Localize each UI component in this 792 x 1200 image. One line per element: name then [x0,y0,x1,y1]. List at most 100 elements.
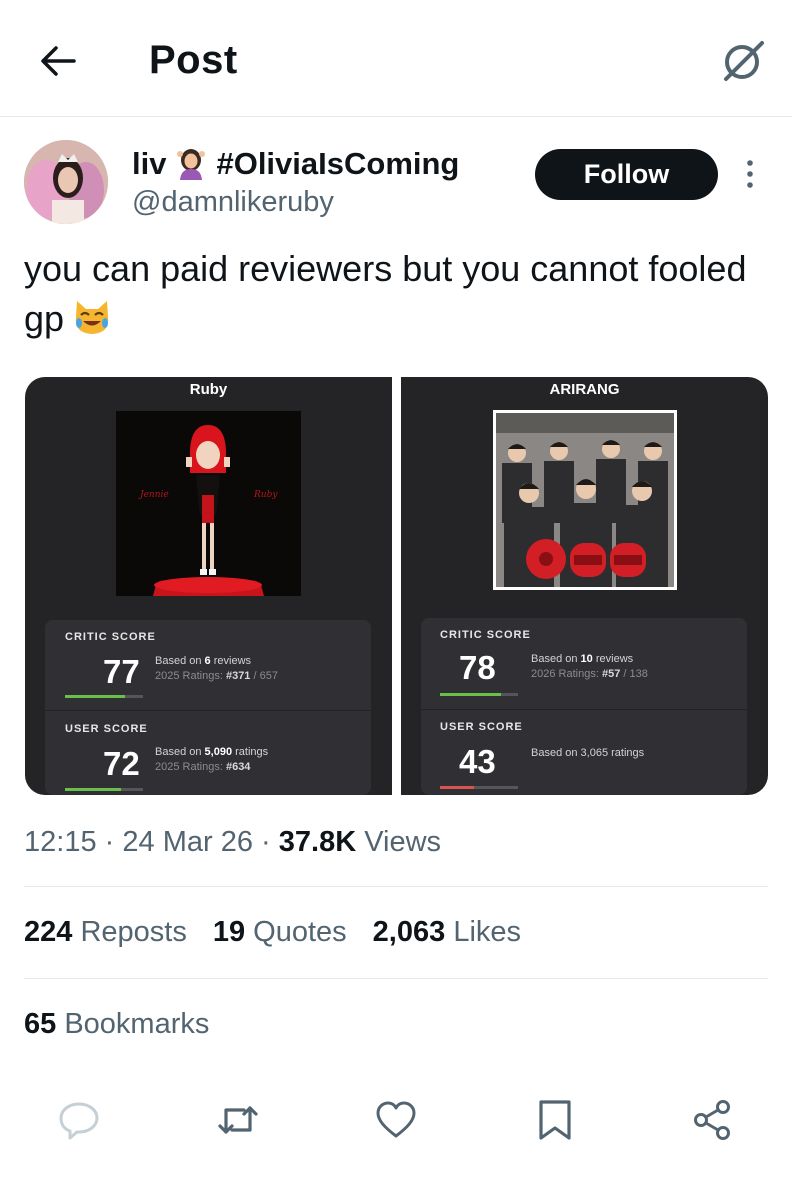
bookmarks-count: 65 [24,1008,57,1040]
arrow-left-icon [41,46,76,76]
critic-score-label: CRITIC SCORE [65,631,156,643]
album-title-ruby: Ruby [189,381,228,398]
media-panel-ruby[interactable]: Ruby Jennie Ruby CRITIC SCORE 77 Based o… [25,377,392,795]
avatar-photo [24,140,108,224]
engagement-stats: 224 Reposts 19 Quotes 2,063 Likes [24,916,521,949]
user-score-label: USER SCORE [440,721,523,733]
critic-rank: #57 [601,668,621,680]
critic-rank-total: / 657 [253,670,278,682]
reposts-stat[interactable]: 224 Reposts [24,916,187,949]
critic-based-prefix: Based on [531,653,578,665]
critic-review-count: 6 [204,655,211,667]
more-options-button[interactable] [736,158,764,190]
likes-stat[interactable]: 2,063 Likes [373,916,521,949]
user-based-prefix: Based on [155,746,202,758]
page-title: Post [149,38,238,82]
post-text: you can paid reviewers but you cannot fo… [24,244,764,344]
media-panel-arirang[interactable]: ARIRANG CRITIC SCORE 78 Based on 10 revi… [401,377,768,795]
score-divider [45,710,371,711]
reply-icon [59,1102,99,1140]
author-handle[interactable]: @damnlikeruby [132,186,334,219]
critic-score-info: Based on 6 reviews 2025 Ratings: #371 / … [155,654,278,684]
divider [24,978,768,979]
post-meta: 12:15 · 24 Mar 26 · 37.8K Views [24,826,441,859]
user-score-bar [440,786,518,789]
user-score-bar [65,788,143,791]
person-gesturing-emoji-icon [177,149,206,180]
author-display-name: liv [132,146,167,181]
critic-score-info: Based on 10 reviews 2026 Ratings: #57 / … [531,652,648,682]
like-button[interactable] [374,1098,418,1142]
quotes-label: Quotes [253,916,347,948]
album-cover-arirang [493,410,677,590]
post-media[interactable]: Ruby Jennie Ruby CRITIC SCORE 77 Based o… [25,377,768,795]
likes-label: Likes [453,916,522,948]
critic-ratings-prefix: 2026 Ratings: [531,668,599,680]
album-title-arirang: ARIRANG [549,381,620,398]
bookmarks-stat[interactable]: 65 Bookmarks [24,1008,209,1041]
critic-score-label: CRITIC SCORE [440,629,531,641]
critic-score-value: 77 [103,653,140,690]
views-count: 37.8K [278,826,357,858]
post-body: you can paid reviewers but you cannot fo… [24,248,747,339]
user-ratings-prefix: 2025 Ratings: [155,761,223,773]
score-divider [421,709,747,710]
critic-score-bar [440,693,518,696]
user-score-label: USER SCORE [65,723,148,735]
bookmark-icon [539,1100,571,1140]
critic-based-prefix: Based on [155,655,202,667]
author-hashtag-name: #OliviaIsComing [216,146,460,181]
share-icon [694,1100,730,1140]
post-date: 24 Mar 26 [122,826,253,858]
cat-tears-of-joy-emoji-icon [75,301,109,334]
bookmark-button[interactable] [533,1098,577,1142]
critic-score-bar [65,695,143,698]
critic-score-fill [65,695,126,698]
user-score-fill [65,788,122,791]
user-based-suffix: ratings [235,746,269,758]
critic-score-value: 78 [459,649,496,686]
post-time: 12:15 [24,826,97,858]
grok-button[interactable] [718,36,768,86]
quotes-stat[interactable]: 19 Quotes [213,916,347,949]
divider [24,886,768,887]
user-rating-count: 5,090 [204,746,233,758]
like-icon [376,1101,416,1138]
share-button[interactable] [690,1098,734,1142]
user-score-info: Based on 5,090 ratings 2025 Ratings: #63… [155,745,268,775]
views-label: Views [364,826,442,858]
critic-rank-total: / 138 [623,668,648,680]
cover-script-left: Jennie [138,490,169,500]
author-name-row[interactable]: liv #OliviaIsComing [132,146,459,182]
critic-based-suffix: reviews [213,655,252,667]
user-rank: #634 [225,761,251,773]
album-cover-ruby: Jennie Ruby [116,411,301,596]
meta-separator: · [104,826,115,858]
user-score-fill [440,786,474,789]
grok-slash-circle-icon [724,41,764,81]
top-bar: Post [0,0,792,117]
avatar[interactable] [24,140,108,224]
reply-button[interactable] [57,1098,101,1142]
follow-button[interactable]: Follow [535,149,718,200]
user-score-value: 72 [103,745,140,782]
back-button[interactable] [36,38,82,84]
critic-score-fill [440,693,501,696]
cover-script-right: Ruby [253,490,278,500]
reposts-label: Reposts [80,916,187,948]
user-score-value: 43 [459,743,496,780]
bookmarks-label: Bookmarks [64,1008,210,1040]
repost-button[interactable] [216,1098,260,1142]
meta-separator: · [261,826,271,858]
likes-count: 2,063 [372,916,446,948]
critic-review-count: 10 [580,653,593,665]
more-vertical-icon [747,160,753,188]
reposts-count: 224 [24,916,73,948]
repost-icon [218,1106,258,1134]
quotes-count: 19 [212,916,246,948]
user-score-info: Based on 3,065 ratings [531,747,645,759]
critic-based-suffix: reviews [595,653,634,665]
score-box-arirang: CRITIC SCORE 78 Based on 10 reviews 2026… [421,618,747,795]
critic-ratings-prefix: 2025 Ratings: [155,670,223,682]
score-box-ruby: CRITIC SCORE 77 Based on 6 reviews 2025 … [45,620,371,795]
